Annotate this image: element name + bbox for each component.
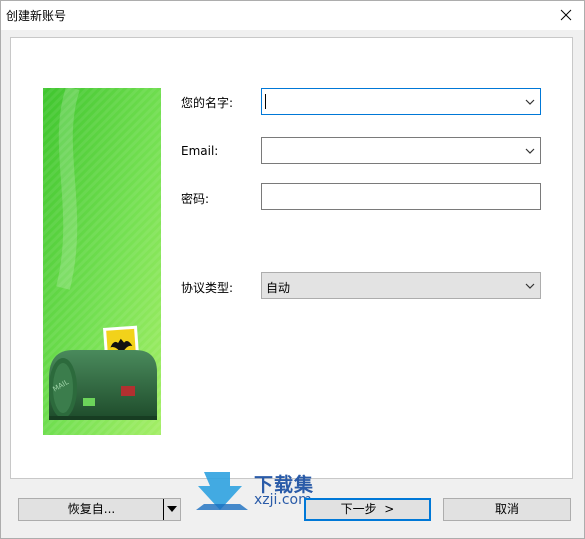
title-bar: 创建新账号 bbox=[0, 0, 585, 30]
triangle-down-icon[interactable] bbox=[163, 499, 180, 520]
cancel-button-label: 取消 bbox=[494, 502, 519, 516]
email-combobox[interactable] bbox=[261, 137, 541, 164]
text-cursor bbox=[265, 94, 266, 109]
next-button-label: 下一步 > bbox=[340, 502, 395, 516]
name-combobox[interactable] bbox=[261, 88, 541, 115]
chevron-down-icon[interactable] bbox=[525, 97, 535, 107]
cancel-button[interactable]: 取消 bbox=[443, 498, 571, 521]
mailbox-illustration: MAIL bbox=[43, 88, 161, 435]
password-label: 密码: bbox=[181, 192, 210, 206]
password-field[interactable] bbox=[261, 183, 541, 210]
chevron-down-icon[interactable] bbox=[525, 146, 535, 156]
name-label: 您的名字: bbox=[181, 96, 234, 110]
protocol-value: 自动 bbox=[266, 281, 291, 295]
chevron-down-icon[interactable] bbox=[525, 281, 535, 291]
email-label: Email: bbox=[181, 144, 219, 158]
download-arrow-icon bbox=[196, 472, 248, 510]
protocol-label: 协议类型: bbox=[181, 281, 234, 295]
window-title: 创建新账号 bbox=[6, 9, 67, 23]
protocol-select[interactable]: 自动 bbox=[261, 272, 541, 299]
close-icon[interactable] bbox=[555, 4, 577, 26]
restore-button-label: 恢复自... bbox=[67, 502, 116, 516]
restore-split-button[interactable]: 恢复自... bbox=[18, 498, 181, 521]
next-button[interactable]: 下一步 > bbox=[304, 498, 431, 521]
